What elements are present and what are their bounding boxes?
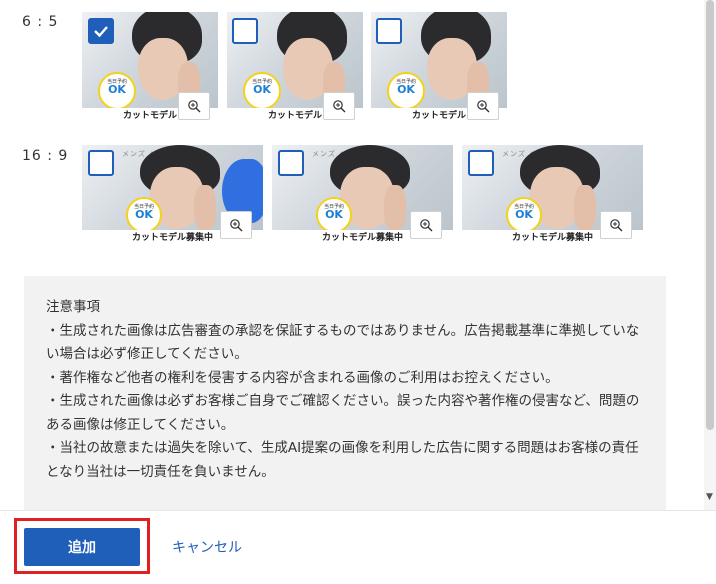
zoom-button[interactable] — [467, 92, 499, 120]
zoom-in-icon — [230, 219, 243, 232]
ok-badge: 当日予約 OK — [126, 197, 162, 233]
zoom-button[interactable] — [220, 211, 252, 239]
scrollbar-thumb[interactable] — [706, 0, 714, 430]
zoom-in-icon — [477, 100, 490, 113]
zoom-button[interactable] — [410, 211, 442, 239]
select-checkbox[interactable] — [468, 150, 494, 176]
ok-badge: 当日予約 OK — [98, 72, 136, 110]
notes-box: 注意事項 ・生成された画像は広告審査の承認を保証するものではありません。広告掲載… — [24, 276, 666, 510]
select-checkbox[interactable] — [88, 18, 114, 44]
select-checkbox[interactable] — [376, 18, 402, 44]
ok-badge: 当日予約 OK — [316, 197, 352, 233]
select-checkbox[interactable] — [278, 150, 304, 176]
scroll-down-arrow-icon[interactable]: ▼ — [706, 492, 713, 502]
notes-title: 注意事項 — [46, 299, 100, 315]
notes-item: ・著作権など他者の権利を侵害する内容が含まれる画像のご利用はお控えください。 — [46, 369, 559, 386]
ok-badge: 当日予約 OK — [387, 72, 425, 110]
ratio-label-6-5: 6 : 5 — [22, 14, 59, 30]
select-checkbox[interactable] — [232, 18, 258, 44]
notes-item: ・当社の故意または過失を除いて、生成AI提案の画像を利用した広告に関する問題はお… — [46, 440, 639, 480]
notes-item: ・生成された画像は広告審査の承認を保証するものではありません。広告掲載基準に準拠… — [46, 322, 640, 363]
zoom-in-icon — [420, 219, 433, 232]
scrollbar[interactable] — [704, 0, 716, 510]
zoom-in-icon — [610, 219, 623, 232]
notes-item: ・生成された画像は必ずお客様ご自身でご確認ください。誤った内容や著作権の侵害など… — [46, 393, 640, 433]
ok-badge: 当日予約 OK — [243, 72, 281, 110]
zoom-in-icon — [188, 100, 201, 113]
zoom-button[interactable] — [323, 92, 355, 120]
select-checkbox[interactable] — [88, 150, 114, 176]
zoom-button[interactable] — [178, 92, 210, 120]
zoom-button[interactable] — [600, 211, 632, 239]
scroll-area[interactable]: 6 : 5 当日予約 OK カットモデル 当日予約 OK カットモデル 当日予約 OK — [0, 0, 704, 510]
cancel-link[interactable]: キャンセル — [172, 537, 242, 557]
checkmark-icon — [94, 26, 108, 38]
ratio-label-16-9: 16 : 9 — [22, 148, 69, 164]
ok-badge: 当日予約 OK — [506, 197, 542, 233]
add-button[interactable]: 追加 — [24, 528, 140, 566]
zoom-in-icon — [333, 100, 346, 113]
